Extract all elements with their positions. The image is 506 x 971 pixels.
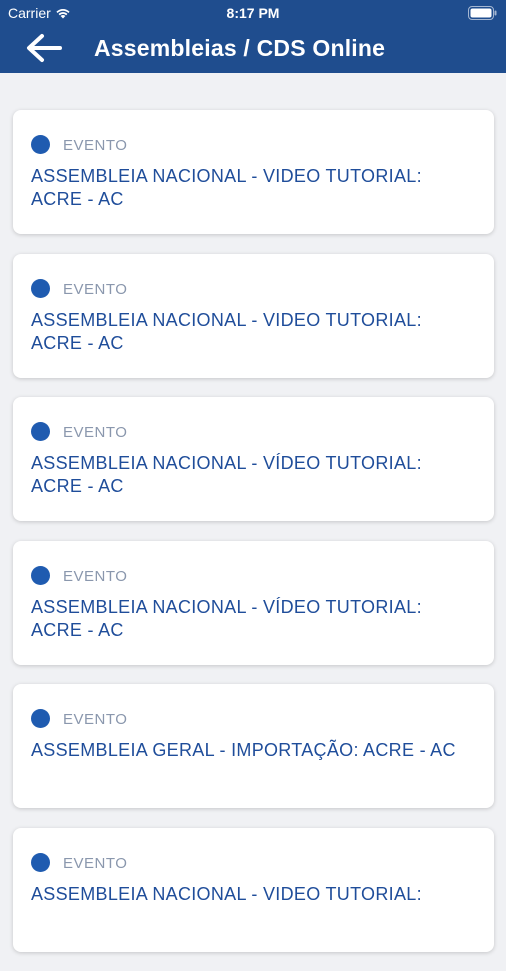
event-title: ASSEMBLEIA NACIONAL - VÍDEO TUTORIAL: AC…	[31, 453, 422, 496]
event-title: ASSEMBLEIA NACIONAL - VIDEO TUTORIAL: AC…	[31, 166, 422, 209]
status-bar: Carrier 8:17 PM	[0, 0, 506, 26]
event-title: ASSEMBLEIA NACIONAL - VÍDEO TUTORIAL: AC…	[31, 596, 422, 640]
event-card[interactable]: EVENTO ASSEMBLEIA NACIONAL - VIDEO TUTOR…	[13, 827, 494, 952]
event-dot-icon	[31, 852, 50, 872]
battery-icon	[468, 6, 498, 20]
back-button[interactable]	[24, 32, 68, 68]
event-dot-icon	[31, 709, 50, 728]
event-title: ASSEMBLEIA NACIONAL - VIDEO TUTORIAL: AC…	[31, 309, 422, 353]
app-header: Carrier 8:17 PM Assembleias / CDS Online	[0, 0, 506, 73]
event-tag: EVENTO	[63, 137, 128, 154]
event-tag: EVENTO	[63, 711, 128, 728]
event-card[interactable]: EVENTO ASSEMBLEIA NACIONAL - VÍDEO TUTOR…	[13, 397, 494, 521]
event-tag: EVENTO	[63, 854, 128, 872]
page-title: Assembleias / CDS Online	[94, 35, 386, 61]
event-tag: EVENTO	[63, 280, 128, 298]
event-dot-icon	[31, 135, 50, 154]
event-dot-icon	[31, 278, 50, 298]
event-dot-icon	[31, 422, 50, 441]
event-title: ASSEMBLEIA NACIONAL - VIDEO TUTORIAL:	[31, 883, 422, 904]
event-title: ASSEMBLEIA GERAL - IMPORTAÇÃO: ACRE - AC	[31, 740, 456, 760]
status-time: 8:17 PM	[226, 5, 280, 21]
event-card[interactable]: EVENTO ASSEMBLEIA NACIONAL - VÍDEO TUTOR…	[13, 540, 494, 665]
event-dot-icon	[31, 565, 50, 585]
event-list: EVENTO ASSEMBLEIA NACIONAL - VIDEO TUTOR…	[13, 110, 494, 971]
event-card[interactable]: EVENTO ASSEMBLEIA NACIONAL - VIDEO TUTOR…	[13, 110, 494, 234]
event-card[interactable]: EVENTO ASSEMBLEIA NACIONAL - VIDEO TUTOR…	[13, 253, 494, 378]
arrow-left-icon	[24, 32, 64, 69]
event-tag: EVENTO	[63, 424, 128, 441]
event-tag: EVENTO	[63, 567, 128, 585]
event-card[interactable]: EVENTO ASSEMBLEIA GERAL - IMPORTAÇÃO: AC…	[13, 684, 494, 808]
